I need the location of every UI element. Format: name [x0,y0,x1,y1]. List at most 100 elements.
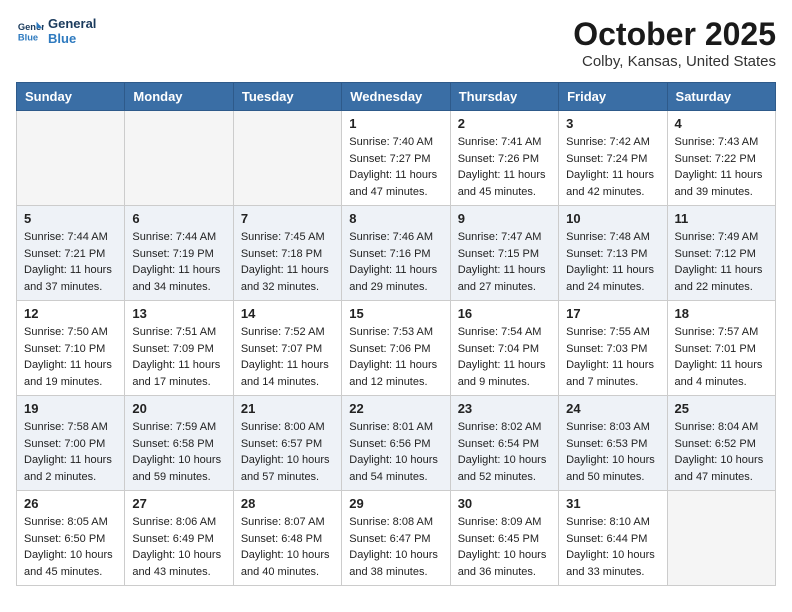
day-info: Sunrise: 7:41 AMSunset: 7:26 PMDaylight:… [458,134,551,200]
daylight-text: Daylight: 11 hours and 32 minutes. [241,262,334,295]
daylight-text: Daylight: 10 hours and 40 minutes. [241,547,334,580]
daylight-text: Daylight: 11 hours and 37 minutes. [24,262,117,295]
day-info: Sunrise: 7:44 AMSunset: 7:21 PMDaylight:… [24,229,117,295]
calendar-day-cell [233,111,341,206]
sunset-text: Sunset: 6:49 PM [132,531,225,548]
sunset-text: Sunset: 7:27 PM [349,151,442,168]
sunset-text: Sunset: 6:48 PM [241,531,334,548]
sunrise-text: Sunrise: 7:43 AM [675,134,768,151]
sunset-text: Sunset: 7:07 PM [241,341,334,358]
day-number: 2 [458,116,551,131]
calendar-day-cell: 6Sunrise: 7:44 AMSunset: 7:19 PMDaylight… [125,206,233,301]
sunrise-text: Sunrise: 7:49 AM [675,229,768,246]
daylight-text: Daylight: 11 hours and 34 minutes. [132,262,225,295]
daylight-text: Daylight: 11 hours and 42 minutes. [566,167,659,200]
day-number: 31 [566,496,659,511]
sunrise-text: Sunrise: 7:46 AM [349,229,442,246]
sunset-text: Sunset: 7:22 PM [675,151,768,168]
sunset-text: Sunset: 6:52 PM [675,436,768,453]
day-info: Sunrise: 7:45 AMSunset: 7:18 PMDaylight:… [241,229,334,295]
day-number: 22 [349,401,442,416]
sunrise-text: Sunrise: 8:05 AM [24,514,117,531]
day-info: Sunrise: 7:54 AMSunset: 7:04 PMDaylight:… [458,324,551,390]
calendar-day-cell: 23Sunrise: 8:02 AMSunset: 6:54 PMDayligh… [450,396,558,491]
sunrise-text: Sunrise: 7:44 AM [24,229,117,246]
calendar-day-cell: 18Sunrise: 7:57 AMSunset: 7:01 PMDayligh… [667,301,775,396]
sunset-text: Sunset: 6:44 PM [566,531,659,548]
calendar-day-cell: 3Sunrise: 7:42 AMSunset: 7:24 PMDaylight… [559,111,667,206]
calendar-day-cell: 22Sunrise: 8:01 AMSunset: 6:56 PMDayligh… [342,396,450,491]
page-header: General Blue General Blue October 2025 C… [16,16,776,70]
daylight-text: Daylight: 11 hours and 45 minutes. [458,167,551,200]
day-info: Sunrise: 8:02 AMSunset: 6:54 PMDaylight:… [458,419,551,485]
calendar-week-row: 12Sunrise: 7:50 AMSunset: 7:10 PMDayligh… [17,301,776,396]
daylight-text: Daylight: 11 hours and 17 minutes. [132,357,225,390]
sunset-text: Sunset: 7:10 PM [24,341,117,358]
daylight-text: Daylight: 10 hours and 57 minutes. [241,452,334,485]
calendar-day-cell: 12 Sunrise: 7:50 AMSunset: 7:10 PMDayligh… [17,301,125,396]
day-number: 8 [349,211,442,226]
day-number: 12 [24,306,117,321]
calendar-day-cell: 17Sunrise: 7:55 AMSunset: 7:03 PMDayligh… [559,301,667,396]
day-number: 28 [241,496,334,511]
day-number: 14 [241,306,334,321]
calendar-header-row: SundayMondayTuesdayWednesdayThursdayFrid… [17,83,776,111]
day-number: 26 [24,496,117,511]
day-number: 21 [241,401,334,416]
weekday-header: Saturday [667,83,775,111]
daylight-text: Daylight: 11 hours and 19 minutes. [24,357,117,390]
sunset-text: Sunset: 6:58 PM [132,436,225,453]
location: Colby, Kansas, United States [573,53,776,70]
day-number: 5 [24,211,117,226]
sunset-text: Sunset: 7:01 PM [675,341,768,358]
calendar-week-row: 26Sunrise: 8:05 AMSunset: 6:50 PMDayligh… [17,491,776,586]
daylight-text: Daylight: 10 hours and 43 minutes. [132,547,225,580]
sunrise-text: Sunrise: 8:04 AM [675,419,768,436]
sunrise-text: Sunrise: 8:09 AM [458,514,551,531]
daylight-text: Daylight: 10 hours and 38 minutes. [349,547,442,580]
sunset-text: Sunset: 7:13 PM [566,246,659,263]
calendar-day-cell: 2 Sunrise: 7:41 AMSunset: 7:26 PMDaylight… [450,111,558,206]
logo-text-blue: Blue [48,31,96,46]
daylight-text: Daylight: 10 hours and 54 minutes. [349,452,442,485]
day-info: Sunrise: 7:46 AMSunset: 7:16 PMDaylight:… [349,229,442,295]
sunset-text: Sunset: 7:18 PM [241,246,334,263]
sunset-text: Sunset: 6:54 PM [458,436,551,453]
calendar-day-cell: 30Sunrise: 8:09 AMSunset: 6:45 PMDayligh… [450,491,558,586]
calendar-week-row: 5 Sunrise: 7:44 AMSunset: 7:21 PMDaylight… [17,206,776,301]
calendar-day-cell: 5 Sunrise: 7:44 AMSunset: 7:21 PMDaylight… [17,206,125,301]
daylight-text: Daylight: 11 hours and 2 minutes. [24,452,117,485]
sunrise-text: Sunrise: 8:02 AM [458,419,551,436]
sunset-text: Sunset: 6:53 PM [566,436,659,453]
day-number: 27 [132,496,225,511]
calendar-day-cell: 1Sunrise: 7:40 AMSunset: 7:27 PMDaylight… [342,111,450,206]
day-info: Sunrise: 7:44 AMSunset: 7:19 PMDaylight:… [132,229,225,295]
day-info: Sunrise: 7:48 AMSunset: 7:13 PMDaylight:… [566,229,659,295]
calendar-day-cell: 14Sunrise: 7:52 AMSunset: 7:07 PMDayligh… [233,301,341,396]
day-number: 3 [566,116,659,131]
day-info: Sunrise: 8:00 AMSunset: 6:57 PMDaylight:… [241,419,334,485]
sunrise-text: Sunrise: 7:58 AM [24,419,117,436]
weekday-header: Monday [125,83,233,111]
calendar-day-cell: 15Sunrise: 7:53 AMSunset: 7:06 PMDayligh… [342,301,450,396]
calendar-week-row: 19Sunrise: 7:58 AMSunset: 7:00 PMDayligh… [17,396,776,491]
day-info: Sunrise: 8:08 AMSunset: 6:47 PMDaylight:… [349,514,442,580]
logo-text-general: General [48,16,96,31]
sunset-text: Sunset: 7:06 PM [349,341,442,358]
sunrise-text: Sunrise: 7:47 AM [458,229,551,246]
day-number: 1 [349,116,442,131]
sunrise-text: Sunrise: 7:53 AM [349,324,442,341]
sunset-text: Sunset: 6:50 PM [24,531,117,548]
sunrise-text: Sunrise: 8:06 AM [132,514,225,531]
daylight-text: Daylight: 10 hours and 50 minutes. [566,452,659,485]
day-info: Sunrise: 7:58 AMSunset: 7:00 PMDaylight:… [24,419,117,485]
sunrise-text: Sunrise: 8:08 AM [349,514,442,531]
daylight-text: Daylight: 10 hours and 33 minutes. [566,547,659,580]
sunset-text: Sunset: 7:09 PM [132,341,225,358]
day-number: 30 [458,496,551,511]
day-info: Sunrise: 8:07 AMSunset: 6:48 PMDaylight:… [241,514,334,580]
sunrise-text: Sunrise: 7:57 AM [675,324,768,341]
sunrise-text: Sunrise: 7:50 AM [24,324,117,341]
day-info: Sunrise: 7:49 AMSunset: 7:12 PMDaylight:… [675,229,768,295]
day-info: Sunrise: 8:05 AMSunset: 6:50 PMDaylight:… [24,514,117,580]
